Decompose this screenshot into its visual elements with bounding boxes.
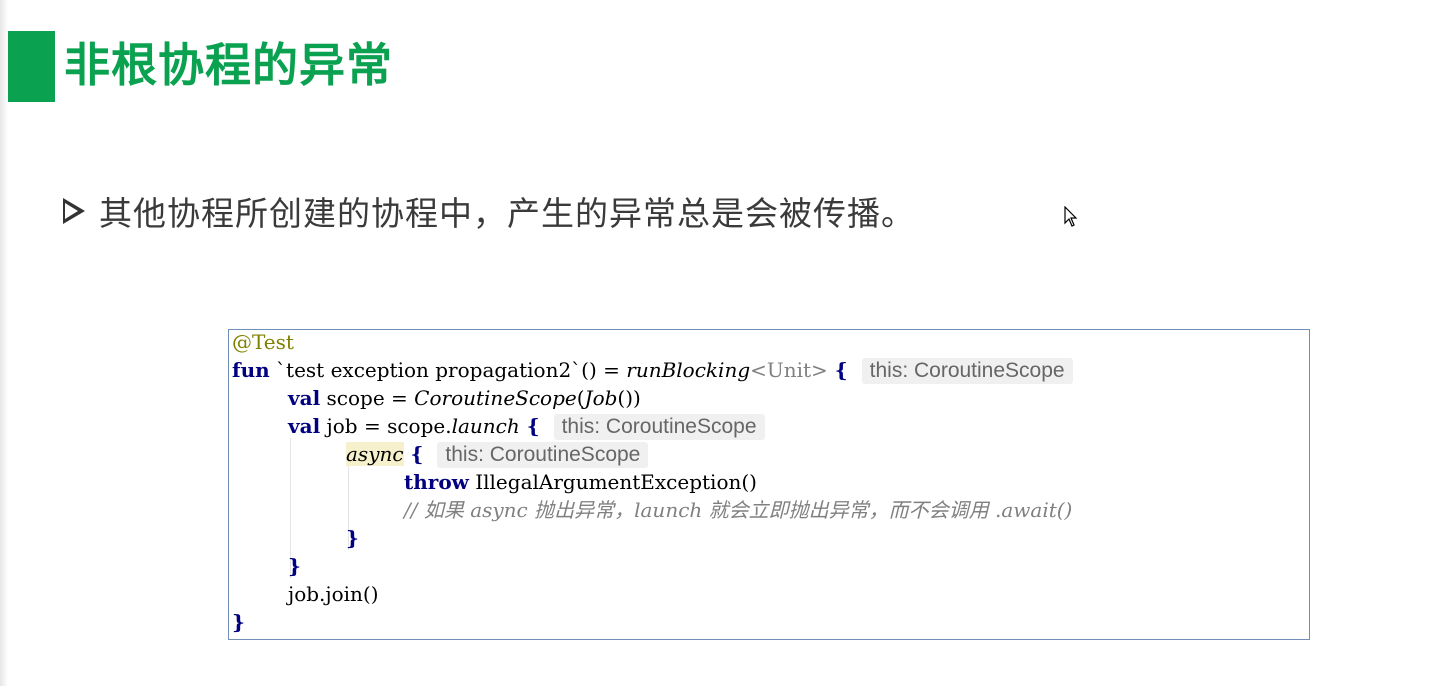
code-line-close: } <box>232 608 245 636</box>
arrow-bullet-icon <box>63 198 85 224</box>
close-brace: } <box>346 526 359 550</box>
code-line-scope: val scope = CoroutineScope(Job()) <box>288 384 641 412</box>
code-line-annotation: @Test <box>232 330 294 356</box>
code-block: @Test fun `test exception propagation2`(… <box>228 329 1310 640</box>
bullet-text: 其他协程所创建的协程中，产生的异常总是会被传播。 <box>99 194 915 233</box>
code-line-job: val job = scope.launch { this: CoroutineS… <box>288 412 765 440</box>
open-brace: { <box>403 442 424 466</box>
annotation-token: @Test <box>232 330 294 354</box>
mouse-pointer-icon <box>1064 206 1078 227</box>
code-line-throw: throw IllegalArgumentException() <box>404 468 757 496</box>
code-line-async: async { this: CoroutineScope <box>346 440 649 468</box>
inlay-hint-scope: this: CoroutineScope <box>553 414 765 440</box>
inlay-hint-scope: this: CoroutineScope <box>437 442 649 468</box>
code-line-fun: fun `test exception propagation2`() = ru… <box>232 356 1073 384</box>
keyword-throw: throw <box>404 470 469 494</box>
bullet-item: 其他协程所创建的协程中，产生的异常总是会被传播。 <box>63 188 915 234</box>
job-join-call: job.join() <box>288 582 379 606</box>
code-comment: // 如果 async 抛出异常，launch 就会立即抛出异常，而不会调用 .… <box>404 498 1073 522</box>
keyword-val: val <box>288 414 321 438</box>
type-argument: <Unit> <box>750 358 828 382</box>
inlay-hint-scope: this: CoroutineScope <box>861 358 1073 384</box>
code-text: scope = <box>320 386 415 410</box>
close-brace: } <box>232 610 245 634</box>
code-text: job = scope. <box>320 414 452 438</box>
code-text: ( <box>576 386 585 410</box>
code-line-close: } <box>346 524 359 552</box>
close-brace: } <box>288 554 301 578</box>
code-text: IllegalArgumentException() <box>468 470 757 494</box>
code-line-join: job.join() <box>288 580 379 608</box>
keyword-fun: fun <box>232 358 270 382</box>
slide-title: 非根协程的异常 <box>64 38 393 92</box>
title-accent-bar <box>8 31 55 102</box>
open-brace: { <box>827 358 848 382</box>
launch-call: launch <box>451 414 520 438</box>
open-brace: { <box>519 414 540 438</box>
function-name: `test exception propagation2`() = <box>269 358 627 382</box>
keyword-val: val <box>288 386 321 410</box>
code-line-close: } <box>288 552 301 580</box>
code-text: ()) <box>617 386 641 410</box>
slide-left-edge <box>0 0 8 686</box>
job-call: Job <box>584 386 618 410</box>
coroutine-scope-call: CoroutineScope <box>414 386 577 410</box>
run-blocking-call: runBlocking <box>626 358 751 382</box>
code-line-comment: // 如果 async 抛出异常，launch 就会立即抛出异常，而不会调用 .… <box>404 496 1072 524</box>
async-call: async <box>346 442 404 466</box>
